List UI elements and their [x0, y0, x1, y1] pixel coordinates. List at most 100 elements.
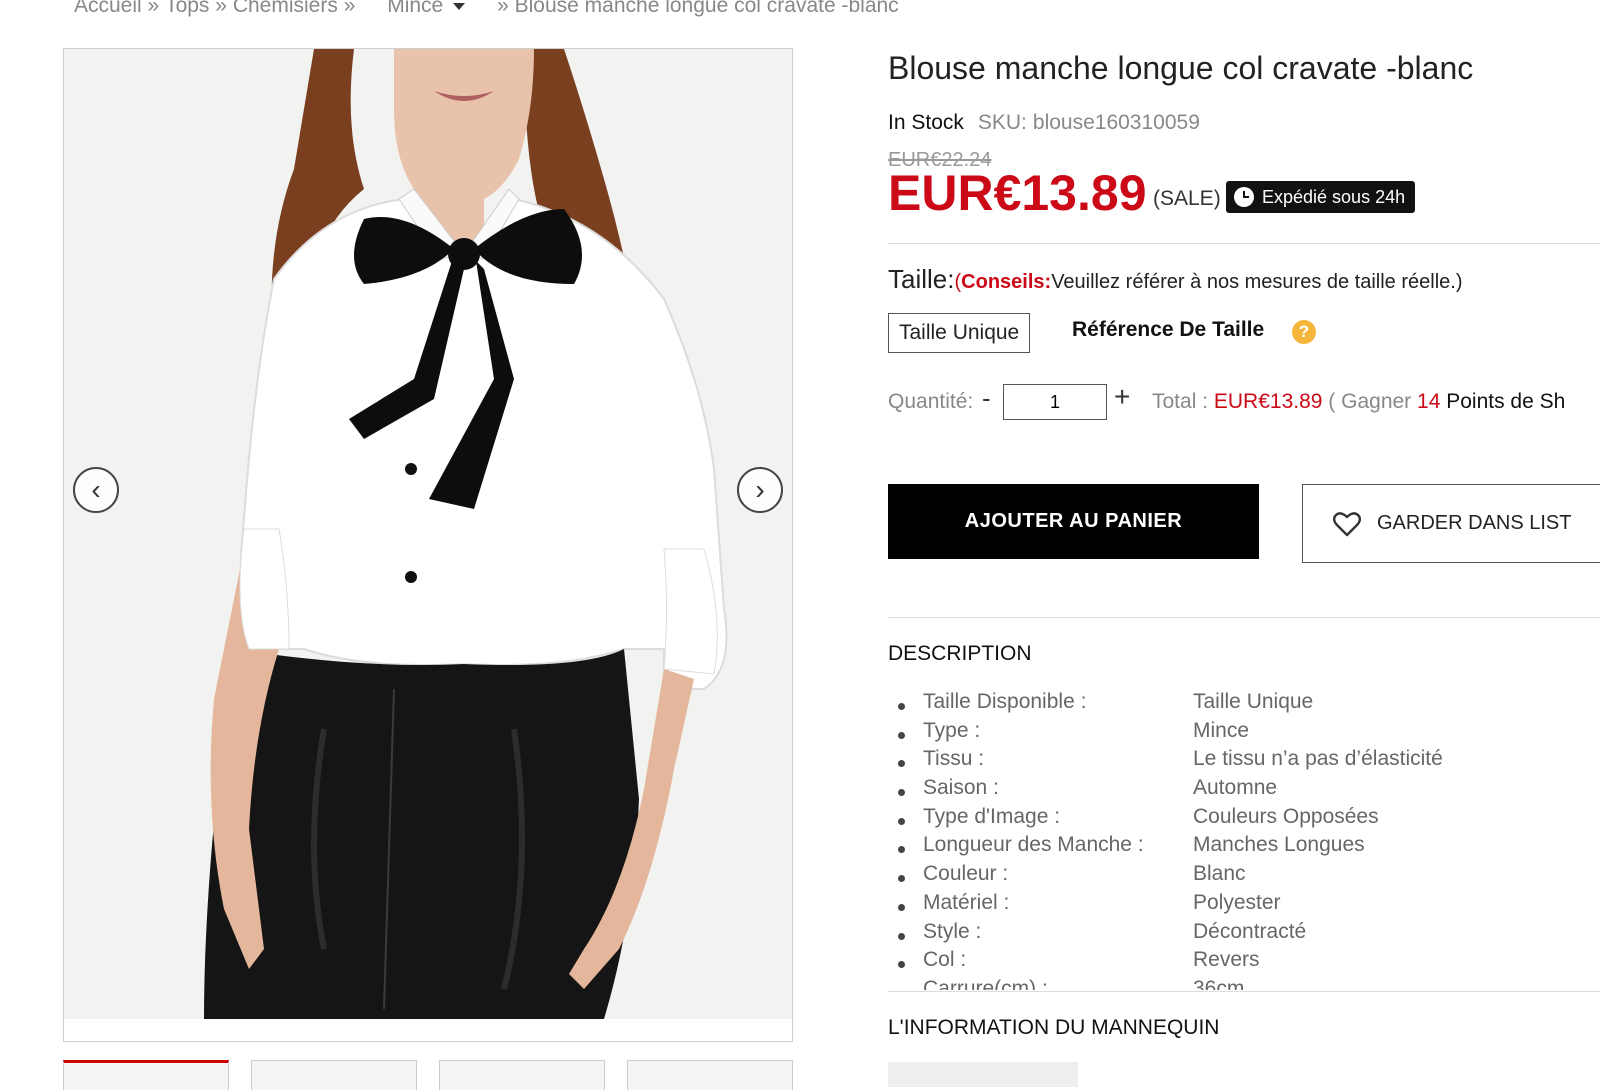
list-item: Type d'Image : Couleurs Opposées [888, 805, 1600, 834]
breadcrumb-tops[interactable]: Tops [165, 0, 209, 18]
total-label: Total : [1152, 390, 1208, 413]
product-title: Blouse manche longue col cravate -blanc [888, 50, 1473, 87]
attribute-value: Blanc [1193, 862, 1246, 886]
add-to-cart-button[interactable]: AJOUTER AU PANIER [888, 484, 1259, 559]
list-item: Carrure(cm) : 36cm [888, 977, 1600, 990]
list-item: Saison : Automne [888, 776, 1600, 805]
sku-value: blouse160310059 [1033, 111, 1200, 134]
size-option-button[interactable]: Taille Unique [888, 313, 1030, 353]
attribute-value: Automne [1193, 776, 1277, 800]
attribute-name: Longueur des Manche : [923, 833, 1144, 857]
thumbnail-item[interactable] [439, 1060, 605, 1090]
model-info-title: L'INFORMATION DU MANNEQUIN [888, 1016, 1219, 1040]
quantity-input[interactable] [1003, 384, 1107, 420]
divider [888, 243, 1600, 244]
clock-icon [1234, 187, 1254, 207]
model-info-image [888, 1062, 1078, 1087]
list-item: Tissu : Le tissu n’a pas d’élasticité [888, 747, 1600, 776]
heart-icon [1333, 511, 1361, 537]
breadcrumb-chemisiers[interactable]: Chemisiers [233, 0, 338, 18]
divider [888, 617, 1600, 618]
size-reference-link[interactable]: Référence De Taille [1072, 318, 1264, 342]
wishlist-label: GARDER DANS LIST [1377, 512, 1571, 535]
breadcrumb-current: Blouse manche longue col cravate -blanc [515, 0, 899, 18]
bullet [898, 933, 905, 940]
product-gallery: ‹ › [63, 48, 793, 1042]
list-item: Couleur : Blanc [888, 862, 1600, 891]
bullet [898, 875, 905, 882]
attribute-value: Mince [1193, 719, 1249, 743]
points-value: 14 [1417, 390, 1440, 413]
bullet [898, 818, 905, 825]
size-tips-label: Conseils: [961, 271, 1051, 293]
quantity-increase-button[interactable]: + [1114, 381, 1130, 413]
size-heading: Taille:(Conseils:Veuillez référer à nos … [888, 264, 1463, 295]
divider [888, 991, 1600, 992]
list-item: Taille Disponible :Taille Unique [888, 690, 1600, 719]
product-photo [64, 49, 792, 1019]
breadcrumb-separator: » [344, 0, 356, 18]
attribute-name: Matériel : [923, 891, 1009, 915]
stock-status: In Stock [888, 111, 964, 134]
bullet [898, 789, 905, 796]
breadcrumb-home[interactable]: Accueil [74, 0, 142, 18]
attribute-value: Manches Longues [1193, 833, 1365, 857]
attribute-name: Type d'Image : [923, 805, 1060, 829]
thumbnail-item[interactable] [63, 1060, 229, 1090]
breadcrumb-separator: » [215, 0, 227, 18]
bullet [898, 703, 905, 710]
size-label: Taille: [888, 264, 954, 294]
breadcrumb-mince: Mince [387, 0, 443, 18]
attribute-value: 36cm [1193, 977, 1244, 990]
attribute-name: Taille Disponible : [923, 690, 1086, 714]
help-icon[interactable]: ? [1292, 320, 1316, 344]
bullet [898, 961, 905, 968]
attribute-name: Couleur : [923, 862, 1008, 886]
list-item: Style :Décontracté [888, 920, 1600, 949]
thumbnail-item[interactable] [251, 1060, 417, 1090]
attribute-name: Type : [923, 719, 980, 743]
points-label: Points de Sh [1446, 390, 1565, 413]
sale-price: EUR€13.89 [888, 164, 1147, 222]
attribute-name: Saison : [923, 776, 999, 800]
attribute-value: Polyester [1193, 891, 1281, 915]
next-image-button[interactable]: › [737, 467, 783, 513]
breadcrumb: Accueil » Tops » Chemisiers » Mince » Bl… [74, 0, 899, 18]
total-value: EUR€13.89 [1214, 390, 1323, 413]
attribute-name: Tissu : [923, 747, 984, 771]
attribute-name: Carrure(cm) : [923, 977, 1048, 990]
points-prefix: ( Gagner [1328, 390, 1411, 413]
description-list: Taille Disponible :Taille Unique Type : M… [888, 690, 1600, 990]
stock-info: In Stock SKU: blouse160310059 [888, 111, 1200, 135]
size-tips-text: Veuillez référer à nos mesures de taille… [1051, 271, 1462, 293]
previous-image-button[interactable]: ‹ [73, 467, 119, 513]
attribute-value: Décontracté [1193, 920, 1306, 944]
bullet [898, 760, 905, 767]
attribute-value: Revers [1193, 948, 1260, 972]
quantity-total: Total : EUR€13.89 ( Gagner 14 Points de … [1152, 390, 1565, 414]
shipping-badge: Expédié sous 24h [1226, 181, 1415, 213]
bullet [898, 904, 905, 911]
attribute-name: Col : [923, 948, 966, 972]
chevron-left-icon: ‹ [91, 474, 100, 506]
chevron-right-icon: › [755, 474, 764, 506]
model-photo-illustration [64, 49, 792, 1019]
thumbnail-item[interactable] [627, 1060, 793, 1090]
quantity-decrease-button[interactable]: - [982, 383, 991, 414]
attribute-value: Le tissu n’a pas d’élasticité [1193, 747, 1443, 771]
list-item: Col : Revers [888, 948, 1600, 977]
caret-down-icon [453, 3, 465, 10]
list-item: Longueur des Manche : Manches Longues [888, 833, 1600, 862]
breadcrumb-separator: » [148, 0, 160, 18]
shipping-badge-label: Expédié sous 24h [1262, 187, 1405, 208]
wishlist-button[interactable]: GARDER DANS LIST [1302, 484, 1600, 563]
bullet [898, 846, 905, 853]
bullet [898, 732, 905, 739]
sku-label: SKU: [978, 111, 1027, 134]
description-title: DESCRIPTION [888, 642, 1032, 666]
breadcrumb-mince-dropdown[interactable]: Mince [387, 0, 465, 18]
list-item: Matériel : Polyester [888, 891, 1600, 920]
quantity-label: Quantité: [888, 390, 973, 414]
sale-tag: (SALE) [1153, 187, 1221, 211]
attribute-value: Couleurs Opposées [1193, 805, 1379, 829]
